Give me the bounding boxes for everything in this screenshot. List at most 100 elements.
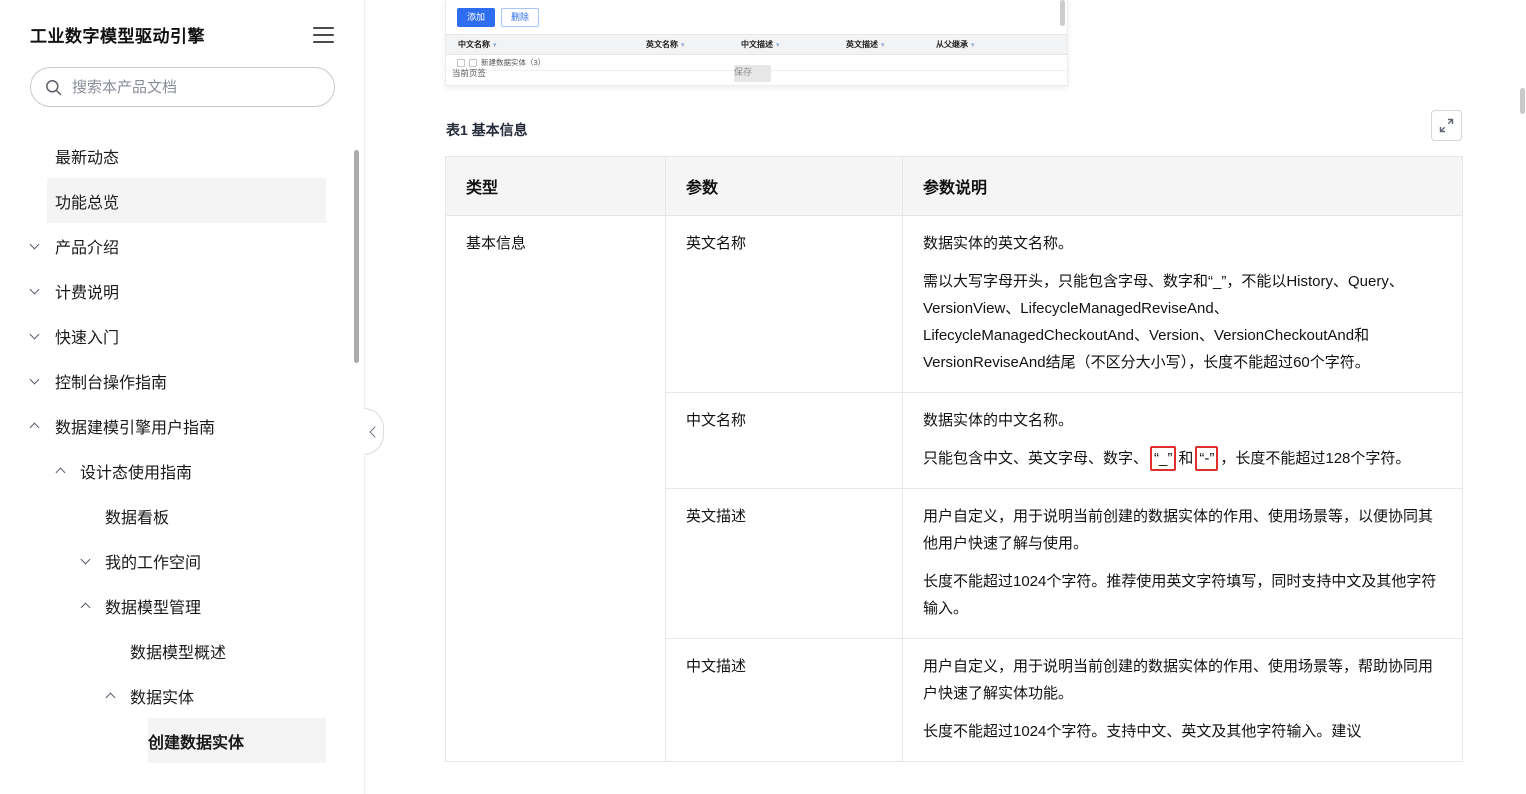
sidebar-item-label: 创建数据实体 xyxy=(148,734,245,752)
sidebar-item-billing[interactable]: 计费说明 xyxy=(0,268,364,313)
table-header-row: 类型 参数 参数说明 xyxy=(445,156,1463,216)
sidebar-item-label: 快速入门 xyxy=(55,329,120,347)
column-header: 从父继承 ▾ xyxy=(936,39,1067,50)
column-header: 中文描述 ▾ xyxy=(741,39,846,50)
desc-text: 只能包含中文、英文字母、数字、 xyxy=(923,450,1149,467)
column-header: 英文名称 ▾ xyxy=(646,39,741,50)
desc-text: ，长度不能超过128个字符。 xyxy=(1220,450,1411,467)
checkbox-icon xyxy=(457,58,465,67)
sidebar-item-label: 设计态使用指南 xyxy=(80,464,193,482)
sidebar-item-design-state-guide[interactable]: 设计态使用指南 xyxy=(0,448,364,493)
sidebar-collapse-button[interactable] xyxy=(364,408,384,455)
chevron-down-icon xyxy=(81,555,91,565)
sidebar-item-data-entity[interactable]: 数据实体 xyxy=(0,673,364,718)
screenshot-table-header: 中文名称 ▾ 英文名称 ▾ 中文描述 ▾ 英文描述 ▾ 从父继承 ▾ xyxy=(446,34,1067,55)
desc-cell: 数据实体的中文名称。 只能包含中文、英文字母、数字、 “_” 和 “-” ，长度不能超过… xyxy=(902,392,1463,489)
sidebar-item-feature-overview[interactable]: 功能总览 xyxy=(0,178,364,223)
desc-cell: 用户自定义，用于说明当前创建的数据实体的作用、使用场景等，帮助协同用户快速了解实… xyxy=(902,638,1463,762)
embedded-screenshot: 添加 删除 中文名称 ▾ 英文名称 ▾ 中文描述 ▾ 英文描述 ▾ 从父继承 ▾ xyxy=(445,0,1068,86)
sidebar-item-label: 数据建模引擎用户指南 xyxy=(55,419,216,437)
chevron-up-icon xyxy=(106,690,116,700)
sidebar-item-label: 数据看板 xyxy=(105,509,170,527)
chevron-up-icon xyxy=(81,600,91,610)
save-button: 保存 xyxy=(734,65,771,82)
product-title: 工业数字模型驱动引擎 xyxy=(30,27,205,46)
chevron-down-icon xyxy=(30,375,40,385)
filter-icon: ▾ xyxy=(493,41,497,49)
delete-button: 删除 xyxy=(501,8,540,27)
search-input[interactable] xyxy=(70,77,320,97)
desc-text: 和 xyxy=(1178,450,1194,467)
chevron-down-icon xyxy=(30,285,40,295)
chevron-down-icon xyxy=(30,330,40,340)
sidebar-item-label: 我的工作空间 xyxy=(105,554,202,572)
sidebar-item-data-modeling-guide[interactable]: 数据建模引擎用户指南 xyxy=(0,403,364,448)
sidebar-scrollbar[interactable] xyxy=(354,150,359,363)
red-annotation-box: “-” xyxy=(1195,446,1219,471)
type-cell: 基本信息 xyxy=(445,215,666,762)
param-cell: 英文描述 xyxy=(665,488,903,639)
param-cell: 英文名称 xyxy=(665,215,903,393)
search-icon xyxy=(45,79,62,96)
sidebar-item-quick-start[interactable]: 快速入门 xyxy=(0,313,364,358)
desc-paragraph: 数据实体的中文名称。 xyxy=(923,412,1074,429)
main-content: 添加 删除 中文名称 ▾ 英文名称 ▾ 中文描述 ▾ 英文描述 ▾ 从父继承 ▾ xyxy=(445,0,1463,794)
column-header-param-desc: 参数说明 xyxy=(902,156,1463,216)
fullscreen-button[interactable] xyxy=(1431,110,1462,141)
sidebar-item-data-model-overview[interactable]: 数据模型概述 xyxy=(0,628,364,673)
desc-cell: 数据实体的英文名称。 需以大写字母开头，只能包含字母、数字和“_”，不能以His… xyxy=(902,215,1463,393)
sidebar-item-label: 产品介绍 xyxy=(55,239,120,257)
sidebar-nav: 最新动态 功能总览 产品介绍 计费说明 快速入门 控制台操作指南 数据建模引擎用… xyxy=(0,133,364,763)
sidebar-item-label: 功能总览 xyxy=(55,194,120,212)
column-label: 英文名称 xyxy=(646,40,678,49)
chevron-down-icon xyxy=(30,240,40,250)
desc-paragraph: 用户自定义，用于说明当前创建的数据实体的作用、使用场景等，以便协同其他用户快速了… xyxy=(923,508,1434,552)
sidebar-item-data-model-management[interactable]: 数据模型管理 xyxy=(0,583,364,628)
sidebar-item-data-dashboard[interactable]: 数据看板 xyxy=(0,493,364,538)
desc-paragraph: 长度不能超过1024个字符。推荐使用英文字符填写，同时支持中文及其他字符输入。 xyxy=(923,573,1437,617)
screenshot-scrollbar xyxy=(1060,0,1065,26)
param-cell: 中文描述 xyxy=(665,638,903,762)
current-page-label: 当前页签 xyxy=(452,68,487,78)
column-header: 中文名称 ▾ xyxy=(446,39,646,50)
column-label: 英文描述 xyxy=(846,40,878,49)
add-button: 添加 xyxy=(457,8,496,27)
column-header-param: 参数 xyxy=(665,156,903,216)
filter-icon: ▾ xyxy=(681,41,685,49)
red-annotation-box: “_” xyxy=(1150,446,1177,471)
column-label: 中文描述 xyxy=(741,40,773,49)
desc-paragraph: 需以大写字母开头，只能包含字母、数字和“_”，不能以History、Query、… xyxy=(923,273,1404,371)
sidebar-item-label: 计费说明 xyxy=(55,284,120,302)
desc-paragraph: 只能包含中文、英文字母、数字、 “_” 和 “-” ，长度不能超过128个字符。 xyxy=(923,445,1442,472)
desc-paragraph: 用户自定义，用于说明当前创建的数据实体的作用、使用场景等，帮助协同用户快速了解实… xyxy=(923,658,1434,702)
screenshot-toolbar: 添加 删除 xyxy=(446,0,1067,27)
checkbox-icon xyxy=(469,58,477,67)
column-header: 英文描述 ▾ xyxy=(846,39,936,50)
sidebar-item-label: 最新动态 xyxy=(55,149,120,167)
sidebar-item-label: 数据模型概述 xyxy=(130,644,227,662)
page-scrollbar[interactable] xyxy=(1520,88,1525,114)
table-caption: 表1 基本信息 xyxy=(446,122,528,138)
sidebar-item-latest-news[interactable]: 最新动态 xyxy=(0,133,364,178)
sidebar-item-label: 控制台操作指南 xyxy=(55,374,168,392)
sidebar-header: 工业数字模型驱动引擎 xyxy=(0,0,364,47)
expand-icon xyxy=(1439,118,1454,133)
desc-paragraph: 数据实体的英文名称。 xyxy=(923,235,1074,252)
chevron-up-icon xyxy=(56,465,66,475)
row-label: 新建数据实体（3） xyxy=(481,58,546,67)
sidebar-item-create-data-entity[interactable]: 创建数据实体 xyxy=(0,718,364,763)
filter-icon: ▾ xyxy=(776,41,780,49)
menu-icon[interactable] xyxy=(313,26,334,43)
basic-info-table: 类型 参数 参数说明 基本信息 英文名称 数据实体的英文名称。 需以大写字母开头… xyxy=(445,156,1463,762)
sidebar-item-my-workspace[interactable]: 我的工作空间 xyxy=(0,538,364,583)
sidebar-item-console-guide[interactable]: 控制台操作指南 xyxy=(0,358,364,403)
sidebar-item-label: 数据实体 xyxy=(130,689,195,707)
sidebar-item-label: 数据模型管理 xyxy=(105,599,202,617)
column-header-type: 类型 xyxy=(445,156,666,216)
desc-paragraph: 长度不能超过1024个字符。支持中文、英文及其他字符输入。建议 xyxy=(923,723,1362,740)
table-row: 基本信息 英文名称 数据实体的英文名称。 需以大写字母开头，只能包含字母、数字和… xyxy=(445,215,1463,762)
search-box[interactable] xyxy=(30,67,335,107)
desc-cell: 用户自定义，用于说明当前创建的数据实体的作用、使用场景等，以便协同其他用户快速了… xyxy=(902,488,1463,639)
sidebar-item-product-intro[interactable]: 产品介绍 xyxy=(0,223,364,268)
chevron-up-icon xyxy=(30,420,40,430)
